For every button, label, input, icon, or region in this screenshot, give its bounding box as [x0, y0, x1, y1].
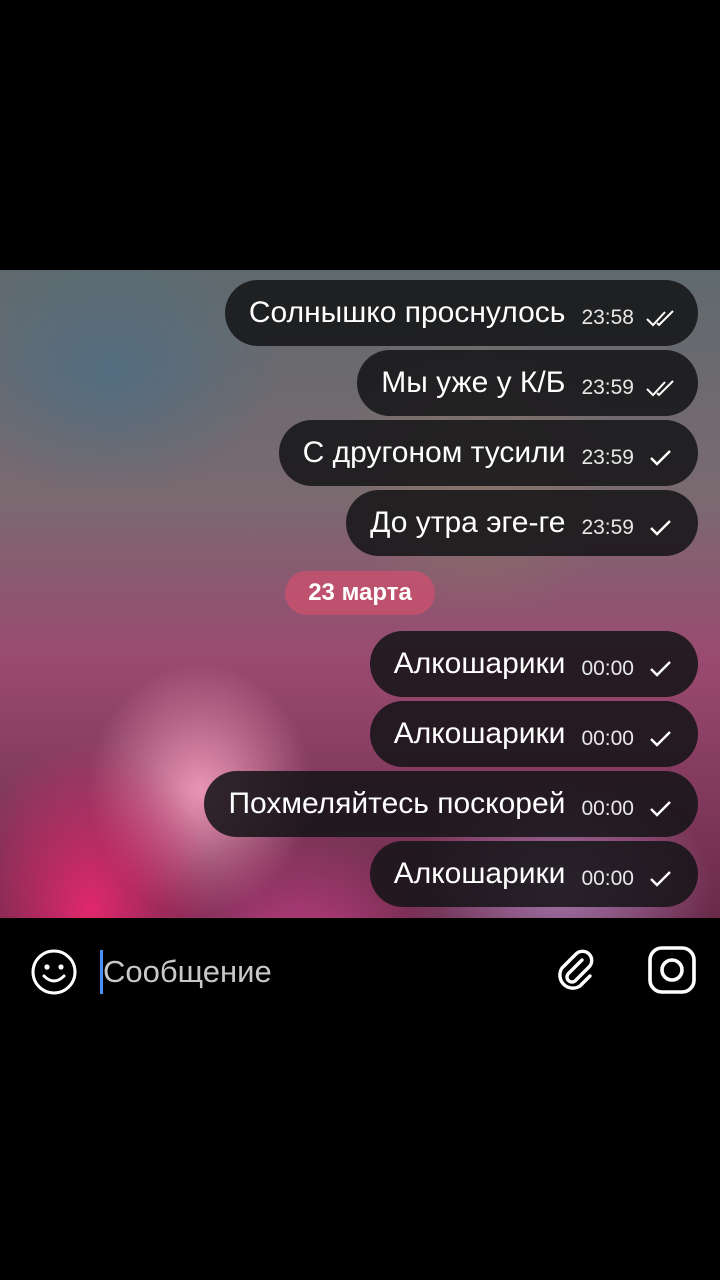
paperclip-icon[interactable] — [552, 946, 600, 994]
message-bubble[interactable]: Алкошарики 00:00 — [369, 841, 698, 907]
message-bubble[interactable]: Алкошарики 00:00 — [369, 631, 698, 697]
check-icon — [650, 450, 671, 466]
chat-area[interactable]: Солнышко проснулось 23:58 Мы уже у К/Б 2… — [0, 270, 720, 918]
double-check-icon — [646, 380, 674, 397]
message-text: Солнышко проснулось — [248, 296, 566, 329]
smiley-face-icon[interactable] — [30, 948, 78, 996]
message-bubble[interactable]: Мы уже у К/Б 23:59 — [357, 350, 698, 416]
message-bubble[interactable]: Солнышко проснулось 23:58 — [224, 280, 698, 346]
message-time: 23:59 — [581, 446, 634, 469]
message-text: Алкошарики — [393, 647, 566, 680]
message-time: 00:00 — [581, 657, 634, 680]
check-icon — [650, 871, 671, 887]
message-text: До утра эге-ге — [370, 506, 566, 539]
message-text: Алкошарики — [393, 857, 566, 890]
message-text: Алкошарики — [393, 717, 566, 750]
camera-icon[interactable] — [646, 944, 698, 996]
message-text: Мы уже у К/Б — [381, 366, 566, 399]
message-bubble[interactable]: С другоном тусили 23:59 — [278, 420, 698, 486]
date-separator: 23 марта — [285, 571, 435, 615]
message-text: Похмеляйтесь поскорей — [228, 787, 566, 820]
message-time: 23:59 — [581, 376, 634, 399]
message-time: 00:00 — [581, 797, 634, 820]
check-icon — [650, 520, 671, 536]
message-text: С другоном тусили — [302, 436, 566, 469]
message-bubble[interactable]: До утра эге-ге 23:59 — [346, 490, 698, 556]
check-icon — [650, 731, 671, 747]
message-composer — [0, 918, 720, 1024]
message-time: 00:00 — [581, 867, 634, 890]
message-bubble[interactable]: Похмеляйтесь поскорей 00:00 — [204, 771, 698, 837]
double-check-icon — [646, 310, 674, 327]
message-input[interactable] — [103, 948, 523, 996]
message-time: 00:00 — [581, 727, 634, 750]
message-time: 23:58 — [581, 306, 634, 329]
check-icon — [650, 661, 671, 677]
check-icon — [650, 801, 671, 817]
message-time: 23:59 — [581, 516, 634, 539]
message-bubble[interactable]: Алкошарики 00:00 — [369, 701, 698, 767]
